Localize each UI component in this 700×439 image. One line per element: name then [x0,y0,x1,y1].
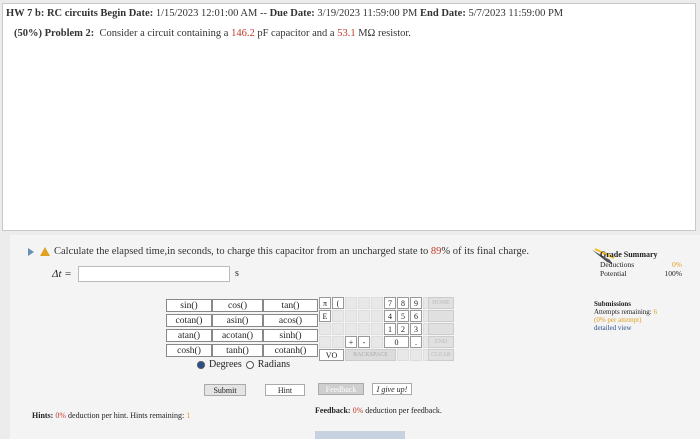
key-blank [397,349,409,361]
feedback-line: Feedback: 0% deduction per feedback. [315,406,442,415]
key-blank [371,336,383,348]
key-9[interactable]: 9 [410,297,422,309]
submissions-panel: Submissions Attempts remaining: 6 (0% pe… [594,300,657,332]
radians-label: Radians [257,359,290,370]
atan-button[interactable]: atan() [166,329,212,342]
key-blank [345,297,357,309]
key-blank [319,336,331,348]
sinh-button[interactable]: sinh() [263,329,318,342]
degrees-label: Degrees [209,359,242,370]
key-blank [345,323,357,335]
hints-line: Hints: 0% deduction per hint. Hints rema… [32,411,191,420]
keypad: π ( 7 8 9 E 4 5 6 1 2 3 + - 0 . VO BACKS… [319,297,435,361]
grade-summary-title: Grade Summary [600,250,658,259]
answer-input[interactable] [78,266,230,282]
radians-radio[interactable] [245,360,254,369]
key-4[interactable]: 4 [384,310,396,322]
key-pi[interactable]: π [319,297,331,309]
grade-summary: Grade Summary Deductions 0% Potential 100% [593,250,682,278]
deductions-row: Deductions 0% [600,260,682,269]
footer-link-bar[interactable] [315,431,405,439]
tanh-button[interactable]: tanh() [212,344,263,357]
key-2[interactable]: 2 [397,323,409,335]
key-blank [332,336,344,348]
function-buttons: sin() cos() tan() cotan() asin() acos() … [166,299,318,357]
key-5[interactable]: 5 [397,310,409,322]
potential-row: Potential 100% [600,269,682,278]
assignment-title: HW 7 b: RC circuits Begin Date: 1/15/202… [6,8,564,19]
key-blank [358,310,370,322]
side-blank [428,323,454,335]
key-blank [332,310,344,322]
cotanh-button[interactable]: cotanh() [263,344,318,357]
key-minus[interactable]: - [358,336,370,348]
backspace-button[interactable]: BACKSPACE [345,349,396,361]
key-blank [332,323,344,335]
hint-button[interactable]: Hint [265,384,305,396]
give-up-button[interactable]: I give up! [372,383,412,395]
submit-button[interactable]: Submit [204,384,246,396]
key-open-paren[interactable]: ( [332,297,344,309]
cos-button[interactable]: cos() [212,299,263,312]
key-blank [358,323,370,335]
tan-button[interactable]: tan() [263,299,318,312]
play-icon[interactable] [28,248,34,256]
answer-unit: s [235,268,239,279]
problem-statement: (50%) Problem 2: Consider a circuit cont… [14,28,411,39]
key-1[interactable]: 1 [384,323,396,335]
cosh-button[interactable]: cosh() [166,344,212,357]
per-attempt: (0% per attempt) [594,316,642,324]
cotan-button[interactable]: cotan() [166,314,212,327]
key-3[interactable]: 3 [410,323,422,335]
key-blank [371,297,383,309]
question-text: Calculate the elapsed time,in seconds, t… [54,246,529,257]
submissions-title: Submissions [594,300,631,308]
key-blank [358,297,370,309]
key-blank [371,323,383,335]
acos-button[interactable]: acos() [263,314,318,327]
attempts-remaining: Attempts remaining: 6 [594,308,657,316]
warning-icon [40,247,50,256]
clear-button[interactable]: CLEAR [428,349,454,361]
key-blank [319,323,331,335]
key-0[interactable]: 0 [384,336,409,348]
angle-mode: Degrees Radians [197,359,290,370]
sin-button[interactable]: sin() [166,299,212,312]
answer-variable-label: Δt = [52,268,72,280]
key-6[interactable]: 6 [410,310,422,322]
key-plus[interactable]: + [345,336,357,348]
acotan-button[interactable]: acotan() [212,329,263,342]
key-8[interactable]: 8 [397,297,409,309]
key-vo[interactable]: VO [319,349,344,361]
key-blank [410,349,422,361]
side-keys: HOME END CLEAR [428,297,454,361]
home-button[interactable]: HOME [428,297,454,309]
key-dot[interactable]: . [410,336,422,348]
side-blank [428,310,454,322]
degrees-radio[interactable] [197,360,205,369]
asin-button[interactable]: asin() [212,314,263,327]
key-blank [345,310,357,322]
key-e[interactable]: E [319,310,331,322]
feedback-button[interactable]: Feedback [318,383,364,395]
detailed-view-link[interactable]: detailed view [594,324,657,332]
key-7[interactable]: 7 [384,297,396,309]
key-blank [371,310,383,322]
end-button[interactable]: END [428,336,454,348]
